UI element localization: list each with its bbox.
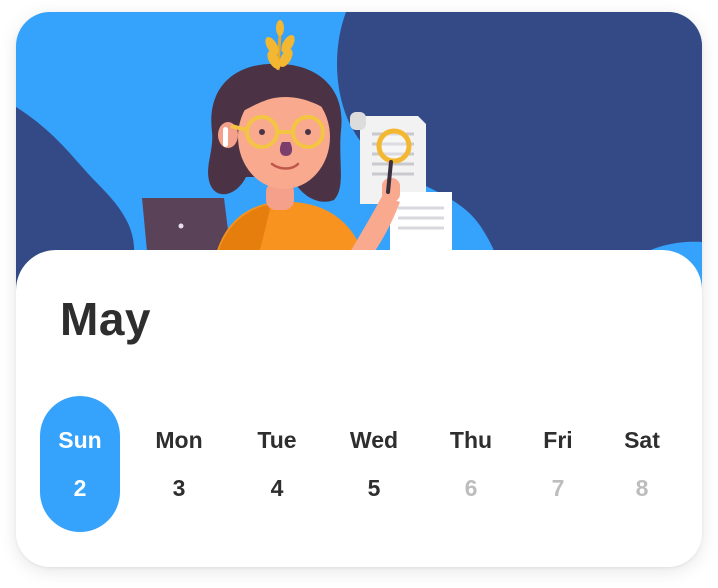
day-number: 6 <box>464 475 478 501</box>
calendar-panel: May Sun 2 Mon 3 Tue 4 Wed 5 Thu 6 Fri 7 … <box>16 250 702 567</box>
month-title: May <box>60 293 151 345</box>
day-tue[interactable]: Tue 4 <box>237 396 317 532</box>
day-name: Sat <box>624 427 660 453</box>
day-number: 7 <box>551 475 565 501</box>
day-name: Tue <box>257 427 297 453</box>
day-name: Wed <box>349 427 399 453</box>
day-name: Thu <box>449 427 493 453</box>
calendar-card: May Sun 2 Mon 3 Tue 4 Wed 5 Thu 6 Fri 7 … <box>16 12 702 567</box>
day-sat[interactable]: Sat 8 <box>602 396 682 532</box>
week-strip: Sun 2 Mon 3 Tue 4 Wed 5 Thu 6 Fri 7 Sat … <box>16 396 702 532</box>
day-fri[interactable]: Fri 7 <box>518 396 598 532</box>
day-sun[interactable]: Sun 2 <box>40 396 120 532</box>
day-number: 4 <box>270 475 284 501</box>
day-number: 5 <box>367 475 381 501</box>
day-number: 2 <box>73 475 87 501</box>
day-mon[interactable]: Mon 3 <box>139 396 219 532</box>
day-number: 8 <box>635 475 649 501</box>
day-thu[interactable]: Thu 6 <box>431 396 511 532</box>
day-wed[interactable]: Wed 5 <box>334 396 414 532</box>
day-name: Sun <box>58 427 102 453</box>
day-number: 3 <box>172 475 186 501</box>
day-name: Fri <box>543 427 573 453</box>
day-name: Mon <box>155 427 203 453</box>
